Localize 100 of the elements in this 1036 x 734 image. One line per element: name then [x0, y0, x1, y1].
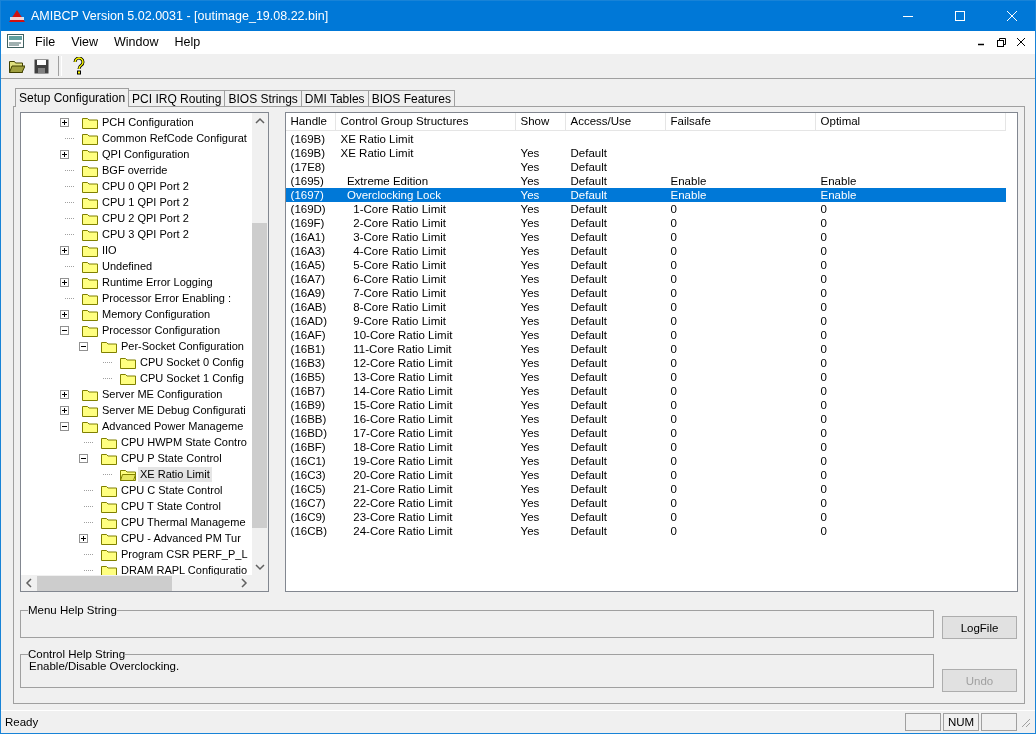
folder-icon: [82, 131, 98, 145]
tree-item[interactable]: Server ME Configuration: [100, 386, 225, 402]
tree-item[interactable]: Processor Error Enabling :: [100, 290, 233, 306]
expand-icon[interactable]: [60, 245, 69, 255]
close-icon: [1007, 11, 1017, 21]
tree-item[interactable]: Common RefCode Configurat: [100, 130, 249, 146]
table-row[interactable]: (16C5) 21-Core Ratio Limit Yes Default 0 0: [285, 482, 1006, 496]
document-icon[interactable]: [7, 34, 25, 50]
tree-item[interactable]: CPU 3 QPI Port 2: [100, 226, 191, 242]
tree-item[interactable]: Server ME Debug Configurati: [100, 402, 248, 418]
expand-icon[interactable]: [60, 405, 69, 415]
tree-item[interactable]: CPU 2 QPI Port 2: [100, 210, 191, 226]
collapse-icon[interactable]: [79, 453, 88, 463]
table-row[interactable]: (16B3) 12-Core Ratio Limit Yes Default 0 0: [285, 356, 1006, 370]
table-row[interactable]: (16BD) 17-Core Ratio Limit Yes Default 0 0: [285, 426, 1006, 440]
table-row[interactable]: (16C1) 19-Core Ratio Limit Yes Default 0 0: [285, 454, 1006, 468]
tree-item[interactable]: Program CSR PERF_P_L: [119, 546, 250, 562]
table-row[interactable]: (16B7) 14-Core Ratio Limit Yes Default 0 0: [285, 384, 1006, 398]
table-row[interactable]: (16A3) 4-Core Ratio Limit Yes Default 0 0: [285, 244, 1006, 258]
tree-item[interactable]: CPU - Advanced PM Tur: [119, 530, 243, 546]
table-row[interactable]: (16B1) 11-Core Ratio Limit Yes Default 0 0: [285, 342, 1006, 356]
tree-item[interactable]: CPU Socket 0 Config: [138, 354, 246, 370]
collapse-icon[interactable]: [60, 421, 69, 431]
table-cell-text: 24-Core Ratio Limit: [352, 524, 454, 538]
table-cell-text: (17E8): [289, 160, 327, 174]
table-row[interactable]: (169D) 1-Core Ratio Limit Yes Default 0 0: [285, 202, 1006, 216]
table-cell-text: Yes: [519, 258, 541, 272]
tab[interactable]: BIOS Features: [367, 90, 455, 107]
expand-icon[interactable]: [60, 389, 69, 399]
menu-item[interactable]: Window: [108, 33, 165, 51]
tree-item[interactable]: IIO: [100, 242, 119, 258]
table-row[interactable]: (16CB) 24-Core Ratio Limit Yes Default 0 0: [285, 524, 1006, 538]
table-row[interactable]: (169B) XE Ratio Limit: [285, 132, 1006, 146]
column-header[interactable]: Control Group Structures: [335, 113, 516, 131]
table-row[interactable]: (16B5) 13-Core Ratio Limit Yes Default 0 0: [285, 370, 1006, 384]
tree-item[interactable]: QPI Configuration: [100, 146, 192, 162]
table-cell-text: Default: [569, 286, 608, 300]
tree-item[interactable]: Runtime Error Logging: [100, 274, 215, 290]
tree-item[interactable]: Undefined: [100, 258, 155, 274]
table-row[interactable]: (16BF) 18-Core Ratio Limit Yes Default 0 0: [285, 440, 1006, 454]
column-header[interactable]: Handle: [285, 113, 336, 131]
collapse-icon[interactable]: [60, 325, 69, 335]
menu-item[interactable]: Help: [168, 33, 207, 51]
table-row[interactable]: (16A5) 5-Core Ratio Limit Yes Default 0 0: [285, 258, 1006, 272]
table-row[interactable]: (16C7) 22-Core Ratio Limit Yes Default 0 0: [285, 496, 1006, 510]
table-row[interactable]: (16C9) 23-Core Ratio Limit Yes Default 0 0: [285, 510, 1006, 524]
expand-icon[interactable]: [60, 277, 69, 287]
table-cell-text: 9-Core Ratio Limit: [352, 314, 447, 328]
expand-icon[interactable]: [79, 533, 88, 543]
menu-item[interactable]: View: [65, 33, 105, 51]
tree-item[interactable]: CPU Thermal Manageme: [119, 514, 248, 530]
tree-item[interactable]: PCH Configuration: [100, 114, 196, 130]
table-row[interactable]: (16A9) 7-Core Ratio Limit Yes Default 0 0: [285, 286, 1006, 300]
table-row[interactable]: (169B) XE Ratio Limit Yes Default: [285, 146, 1006, 160]
table-row[interactable]: (16AB) 8-Core Ratio Limit Yes Default 0 0: [285, 300, 1006, 314]
tree-item[interactable]: XE Ratio Limit: [138, 466, 212, 482]
expand-icon[interactable]: [60, 309, 69, 319]
tree-item[interactable]: CPU C State Control: [119, 482, 225, 498]
table-cell-text: Default: [569, 244, 608, 258]
tree-item[interactable]: Per-Socket Configuration: [119, 338, 246, 354]
tree-item[interactable]: CPU Socket 1 Config: [138, 370, 246, 386]
tree-item[interactable]: CPU 1 QPI Port 2: [100, 194, 191, 210]
table-cell-text: (16BB): [289, 412, 328, 426]
push-button[interactable]: LogFile: [942, 616, 1017, 639]
scrollbar-thumb[interactable]: [37, 575, 172, 591]
table-cell-text: Yes: [519, 426, 541, 440]
table-row[interactable]: (16AF) 10-Core Ratio Limit Yes Default 0 0: [285, 328, 1006, 342]
table-row[interactable]: (1697) Overclocking Lock Yes Default Enable Enable: [285, 188, 1006, 202]
collapse-icon[interactable]: [79, 341, 88, 351]
tree-item[interactable]: CPU HWPM State Contro: [119, 434, 249, 450]
tree-item[interactable]: CPU T State Control: [119, 498, 223, 514]
table-row[interactable]: (16A7) 6-Core Ratio Limit Yes Default 0 0: [285, 272, 1006, 286]
tree-item[interactable]: Memory Configuration: [100, 306, 213, 322]
scrollbar-thumb[interactable]: [252, 223, 268, 528]
table-row[interactable]: (16C3) 20-Core Ratio Limit Yes Default 0 0: [285, 468, 1006, 482]
table-row[interactable]: (1695) Extreme Edition Yes Default Enable Enable: [285, 174, 1006, 188]
tab[interactable]: Setup Configuration: [15, 88, 130, 107]
table-row[interactable]: (16A1) 3-Core Ratio Limit Yes Default 0 0: [285, 230, 1006, 244]
tree-item[interactable]: Processor Configuration: [100, 322, 222, 338]
tree-item[interactable]: CPU 0 QPI Port 2: [100, 178, 191, 194]
expand-icon[interactable]: [60, 149, 69, 159]
table-row[interactable]: (169F) 2-Core Ratio Limit Yes Default 0 0: [285, 216, 1006, 230]
column-header[interactable]: Access/Use: [565, 113, 666, 131]
tab[interactable]: BIOS Strings: [224, 90, 302, 107]
column-header[interactable]: Optimal: [815, 113, 1006, 131]
menu-item[interactable]: File: [29, 33, 62, 51]
column-header[interactable]: Show: [515, 113, 566, 131]
table-row[interactable]: (16B9) 15-Core Ratio Limit Yes Default 0 0: [285, 398, 1006, 412]
column-header[interactable]: Failsafe: [665, 113, 816, 131]
table-row[interactable]: (17E8) Yes Default: [285, 160, 1006, 174]
table-row[interactable]: (16AD) 9-Core Ratio Limit Yes Default 0 0: [285, 314, 1006, 328]
tree-item[interactable]: DRAM RAPL Configuratio: [119, 562, 250, 575]
expand-icon[interactable]: [60, 117, 69, 127]
table-cell-text: (16BF): [289, 440, 327, 454]
tree-item[interactable]: Advanced Power Manageme: [100, 418, 246, 434]
table-cell-text: 0: [819, 412, 828, 426]
tree-item[interactable]: BGF override: [100, 162, 170, 178]
tree-item[interactable]: CPU P State Control: [119, 450, 224, 466]
tab[interactable]: PCI IRQ Routing: [128, 90, 226, 107]
table-row[interactable]: (16BB) 16-Core Ratio Limit Yes Default 0 0: [285, 412, 1006, 426]
